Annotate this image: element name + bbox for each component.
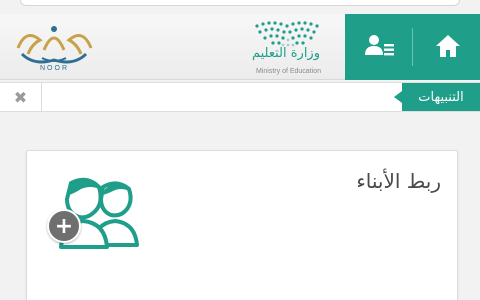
home-button[interactable] bbox=[430, 28, 466, 64]
top-strip bbox=[0, 0, 480, 10]
noor-label: NOOR bbox=[40, 65, 69, 72]
nav-divider bbox=[412, 28, 413, 66]
ministry-name-ar: وزارة التعليم bbox=[251, 46, 320, 61]
noor-emblem-icon bbox=[16, 26, 93, 64]
add-badge-icon: + bbox=[47, 209, 81, 243]
ministry-name-en: Ministry of Education bbox=[256, 68, 321, 75]
ministry-dots-icon bbox=[255, 21, 319, 47]
link-children-card[interactable]: ربط الأبناء + bbox=[26, 150, 458, 300]
users-list-icon bbox=[365, 35, 394, 56]
home-icon bbox=[436, 35, 460, 57]
alerts-label: التنبيهات bbox=[394, 83, 480, 111]
noor-logo: NOOR bbox=[12, 20, 102, 80]
close-alerts-button[interactable]: ✖ bbox=[0, 83, 42, 111]
app-header: NOOR وزارة التعليم Ministry of Education bbox=[0, 14, 480, 80]
alerts-bar: ✖ التنبيهات bbox=[0, 82, 480, 112]
nav-panel bbox=[345, 14, 480, 80]
top-search-bar[interactable] bbox=[20, 0, 460, 6]
ministry-logo: وزارة التعليم Ministry of Education bbox=[205, 20, 325, 76]
users-list-button[interactable] bbox=[362, 28, 398, 64]
card-title: ربط الأبناء bbox=[356, 169, 441, 193]
